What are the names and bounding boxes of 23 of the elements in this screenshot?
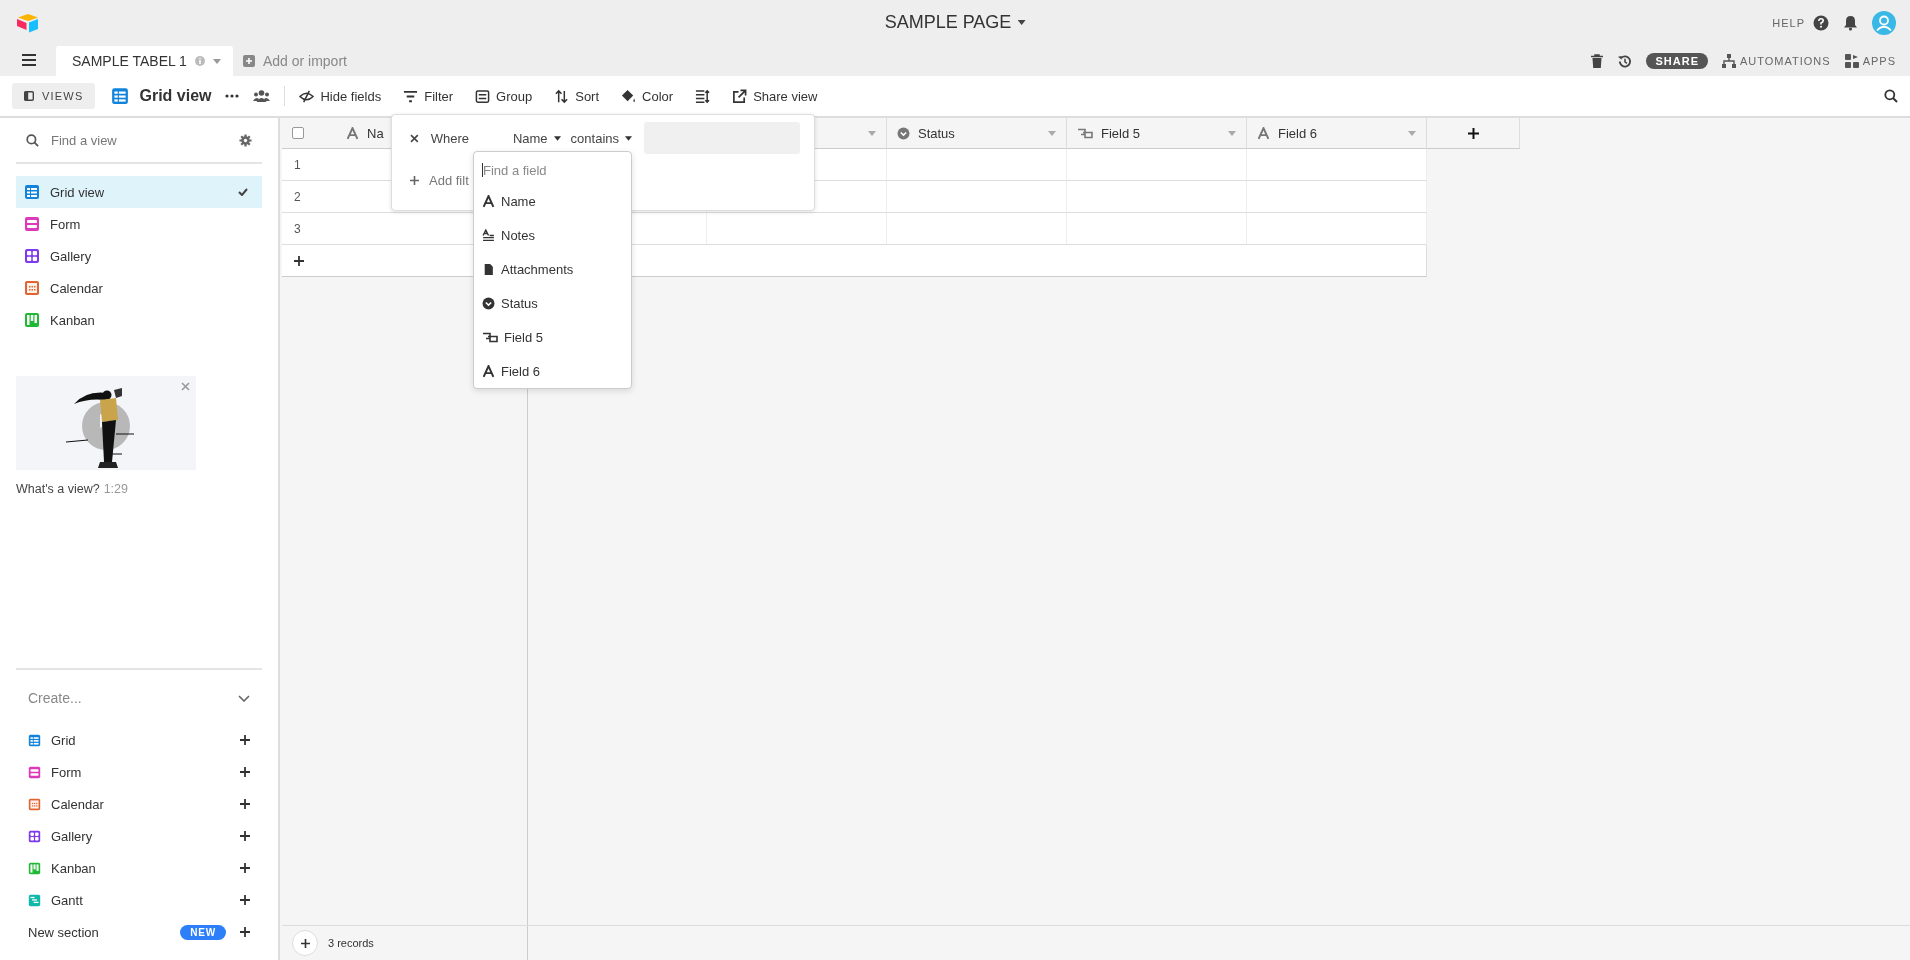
create-view-name: Grid	[51, 732, 77, 748]
column-title: Field 5	[1101, 125, 1141, 141]
tab-label: SAMPLE TABEL 1	[72, 53, 187, 69]
where-label: Where	[430, 130, 471, 146]
row-number: 1	[294, 157, 301, 172]
column-title: Field 6	[1278, 125, 1318, 141]
create-view-name: Kanban	[51, 860, 97, 876]
column-title: Status	[918, 125, 955, 141]
view-name: Grid view	[50, 184, 106, 200]
create-view-name: Form	[51, 764, 83, 780]
record-count: 3 records	[328, 937, 374, 949]
view-name: Form	[50, 216, 82, 232]
create-view-name: Gantt	[51, 892, 84, 908]
row-number: 3	[294, 221, 301, 236]
view-name: Gallery	[50, 248, 93, 264]
row-number: 2	[294, 189, 301, 204]
create-view-name: Calendar	[51, 796, 105, 812]
new-badge: NEW	[180, 924, 226, 940]
column-title: Na	[367, 125, 384, 141]
view-name: Calendar	[50, 280, 104, 296]
video-duration: 1:29	[103, 482, 128, 496]
view-name: Kanban	[50, 312, 96, 328]
create-view-name: Gallery	[51, 828, 94, 844]
